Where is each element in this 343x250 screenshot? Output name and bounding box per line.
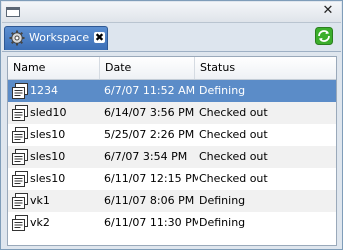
name-cell: sles10 — [12, 124, 100, 146]
workspace-item-icon — [12, 171, 28, 187]
row-name: vk1 — [30, 194, 50, 207]
row-date: 6/7/07 3:54 PM — [104, 150, 188, 163]
name-cell: vk2 — [12, 212, 100, 234]
row-date: 6/11/07 11:30 PM — [104, 216, 198, 229]
row-date: 6/7/07 11:52 AM — [104, 84, 196, 97]
name-cell: sles10 — [12, 168, 100, 190]
row-date: 6/11/07 12:15 PM — [104, 172, 198, 185]
row-status: Defining — [199, 216, 246, 229]
row-name: sles10 — [30, 128, 66, 141]
table-row[interactable]: sles10 5/25/07 2:26 PM Checked out — [8, 124, 336, 146]
name-cell: 1234 — [12, 80, 100, 102]
workspace-table: Name Date Status 1234 6/7/07 11:52 AM Defi… — [7, 56, 337, 246]
tab-workspace[interactable]: Workspace ✖ — [4, 26, 108, 50]
workspace-item-icon — [12, 105, 28, 121]
row-status: Checked out — [199, 128, 268, 141]
row-name: vk2 — [30, 216, 50, 229]
column-header-name[interactable]: Name — [8, 57, 100, 79]
tab-close-icon[interactable]: ✖ — [94, 32, 105, 43]
name-cell: vk1 — [12, 190, 100, 212]
gear-icon — [9, 30, 25, 46]
row-name: sled10 — [30, 106, 67, 119]
row-status: Checked out — [199, 106, 268, 119]
row-name: 1234 — [30, 84, 58, 97]
name-cell: sles10 — [12, 146, 100, 168]
table-row[interactable]: 1234 6/7/07 11:52 AM Defining — [8, 80, 336, 102]
row-status: Checked out — [199, 172, 268, 185]
workspace-item-icon — [12, 83, 28, 99]
row-date: 6/14/07 3:56 PM — [104, 106, 195, 119]
workspace-item-icon — [12, 215, 28, 231]
row-name: sles10 — [30, 172, 66, 185]
row-date: 5/25/07 2:26 PM — [104, 128, 195, 141]
window-icon — [6, 7, 20, 17]
tab-label: Workspace — [29, 31, 90, 44]
table-header: Name Date Status — [8, 57, 336, 80]
workspace-item-icon — [12, 193, 28, 209]
title-bar[interactable]: ✕ — [2, 2, 341, 23]
table-row[interactable]: vk1 6/11/07 8:06 PM Defining — [8, 190, 336, 212]
window-close-button[interactable]: ✕ — [321, 4, 335, 18]
workspace-window: ✕ Workspace ✖ Name Date Status 1234 6/7/… — [0, 0, 343, 250]
table-row[interactable]: sled10 6/14/07 3:56 PM Checked out — [8, 102, 336, 124]
workspace-item-icon — [12, 127, 28, 143]
table-row[interactable]: vk2 6/11/07 11:30 PM Defining — [8, 212, 336, 234]
tab-strip: Workspace ✖ — [2, 23, 341, 52]
table-row[interactable]: sles10 6/7/07 3:54 PM Checked out — [8, 146, 336, 168]
row-date: 6/11/07 8:06 PM — [104, 194, 195, 207]
refresh-icon[interactable] — [315, 27, 333, 45]
table-row[interactable]: sles10 6/11/07 12:15 PM Checked out — [8, 168, 336, 190]
row-status: Defining — [199, 84, 246, 97]
column-header-date[interactable]: Date — [100, 57, 195, 79]
row-status: Checked out — [199, 150, 268, 163]
name-cell: sled10 — [12, 102, 100, 124]
workspace-item-icon — [12, 149, 28, 165]
row-status: Defining — [199, 194, 246, 207]
column-header-status[interactable]: Status — [195, 57, 336, 79]
row-name: sles10 — [30, 150, 66, 163]
